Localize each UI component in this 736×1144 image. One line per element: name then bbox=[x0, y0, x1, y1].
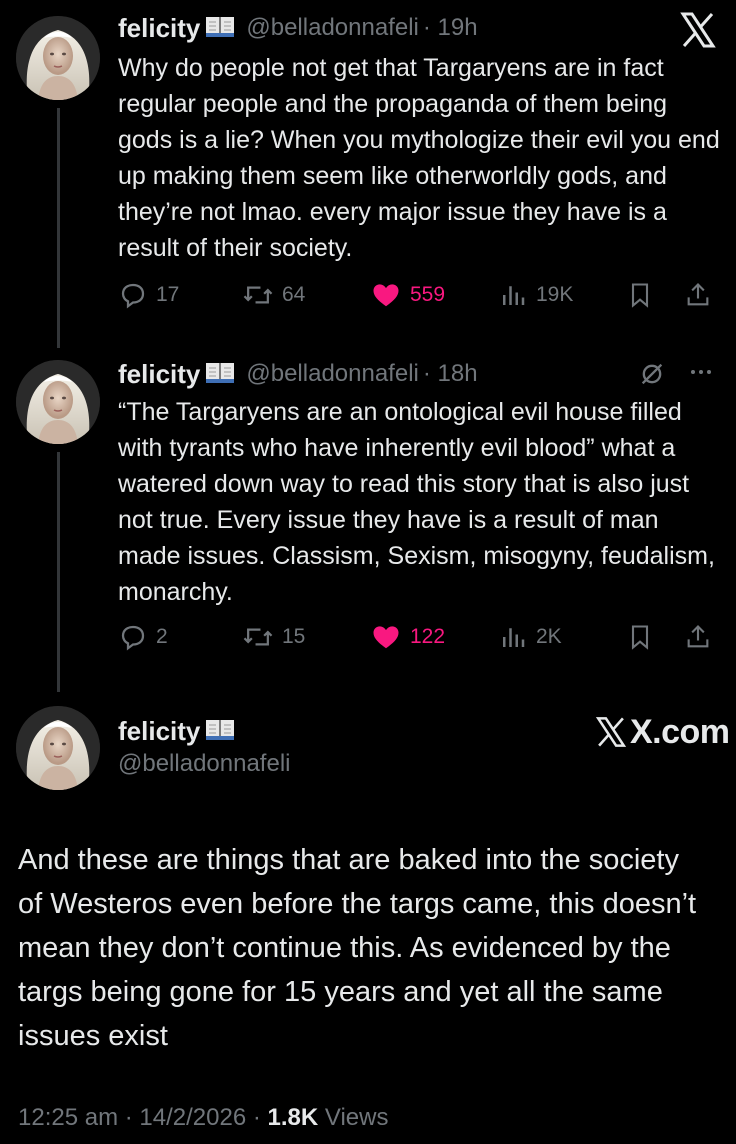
bookmark-button[interactable] bbox=[626, 622, 662, 652]
repost-count: 64 bbox=[282, 283, 306, 306]
tweet-header: felicity @belladonnafeli · 19h bbox=[118, 12, 478, 44]
reply-icon bbox=[121, 625, 145, 651]
x-logo-icon bbox=[595, 717, 627, 747]
bookmark-icon bbox=[631, 283, 649, 308]
share-icon bbox=[687, 283, 709, 306]
heart-icon bbox=[373, 626, 399, 649]
repost-icon bbox=[243, 286, 273, 304]
open-book-icon bbox=[205, 361, 235, 388]
like-button[interactable]: 559 bbox=[370, 280, 445, 310]
more-icon[interactable] bbox=[684, 358, 718, 386]
repost-icon bbox=[243, 628, 273, 646]
avatar[interactable] bbox=[16, 16, 100, 100]
post-timestamp[interactable]: 12:25 am · 14/2/2026 · bbox=[18, 1104, 268, 1131]
thread-line bbox=[57, 108, 60, 348]
reply-count: 17 bbox=[156, 283, 180, 306]
reply-icon bbox=[121, 283, 145, 309]
like-count: 559 bbox=[410, 283, 446, 306]
bookmark-icon bbox=[631, 625, 649, 650]
brand-label: X.com bbox=[630, 712, 730, 751]
open-book-icon bbox=[205, 718, 235, 745]
views-button[interactable]: 19K bbox=[498, 280, 573, 310]
display-name[interactable]: felicity bbox=[118, 13, 200, 44]
timestamp[interactable]: · 19h bbox=[423, 14, 478, 42]
tweet-actions: 2 15 122 2K bbox=[118, 622, 718, 658]
repost-button[interactable]: 15 bbox=[242, 622, 305, 652]
views-label: Views bbox=[318, 1104, 389, 1131]
tweet-header: felicity bbox=[118, 714, 235, 748]
tweet-text: Why do people not get that Targaryens ar… bbox=[118, 54, 720, 262]
x-com-brand[interactable]: X.com bbox=[594, 712, 730, 752]
bookmark-button[interactable] bbox=[626, 280, 662, 310]
display-name[interactable]: felicity bbox=[118, 359, 200, 390]
open-book-icon bbox=[205, 15, 235, 42]
share-icon bbox=[687, 625, 709, 648]
views-icon bbox=[503, 286, 525, 305]
reply-count: 2 bbox=[156, 625, 168, 648]
like-button[interactable]: 122 bbox=[370, 622, 445, 652]
share-button[interactable] bbox=[684, 280, 720, 310]
tweet-meta: 12:25 am · 14/2/2026 · 1.8K Views bbox=[18, 1104, 388, 1132]
tweet-text: “The Targaryens are an ontological evil … bbox=[118, 398, 715, 606]
grok-icon[interactable] bbox=[638, 360, 666, 388]
thread-line bbox=[57, 452, 60, 692]
views-count: 19K bbox=[536, 283, 574, 306]
reply-button[interactable]: 17 bbox=[118, 280, 179, 310]
username[interactable]: @belladonnafeli bbox=[246, 360, 419, 388]
username[interactable]: @belladonnafeli bbox=[246, 14, 419, 42]
repost-count: 15 bbox=[282, 625, 306, 648]
tweet-text: And these are things that are baked into… bbox=[18, 844, 697, 1052]
tweet-header: felicity @belladonnafeli · 18h bbox=[118, 358, 478, 390]
username[interactable]: @belladonnafeli bbox=[118, 750, 291, 778]
reply-button[interactable]: 2 bbox=[118, 622, 168, 652]
like-count: 122 bbox=[410, 625, 446, 648]
share-button[interactable] bbox=[684, 622, 720, 652]
views-icon bbox=[503, 628, 525, 647]
heart-icon bbox=[373, 284, 399, 307]
avatar[interactable] bbox=[16, 360, 100, 444]
x-logo-icon[interactable] bbox=[678, 10, 718, 50]
repost-button[interactable]: 64 bbox=[242, 280, 305, 310]
display-name[interactable]: felicity bbox=[118, 716, 200, 747]
tweet-actions: 17 64 559 19K bbox=[118, 280, 718, 316]
views-total: 1.8K bbox=[267, 1104, 319, 1131]
timestamp[interactable]: · 18h bbox=[423, 360, 478, 388]
avatar[interactable] bbox=[16, 706, 100, 790]
views-button[interactable]: 2K bbox=[498, 622, 562, 652]
views-count: 2K bbox=[536, 625, 562, 648]
